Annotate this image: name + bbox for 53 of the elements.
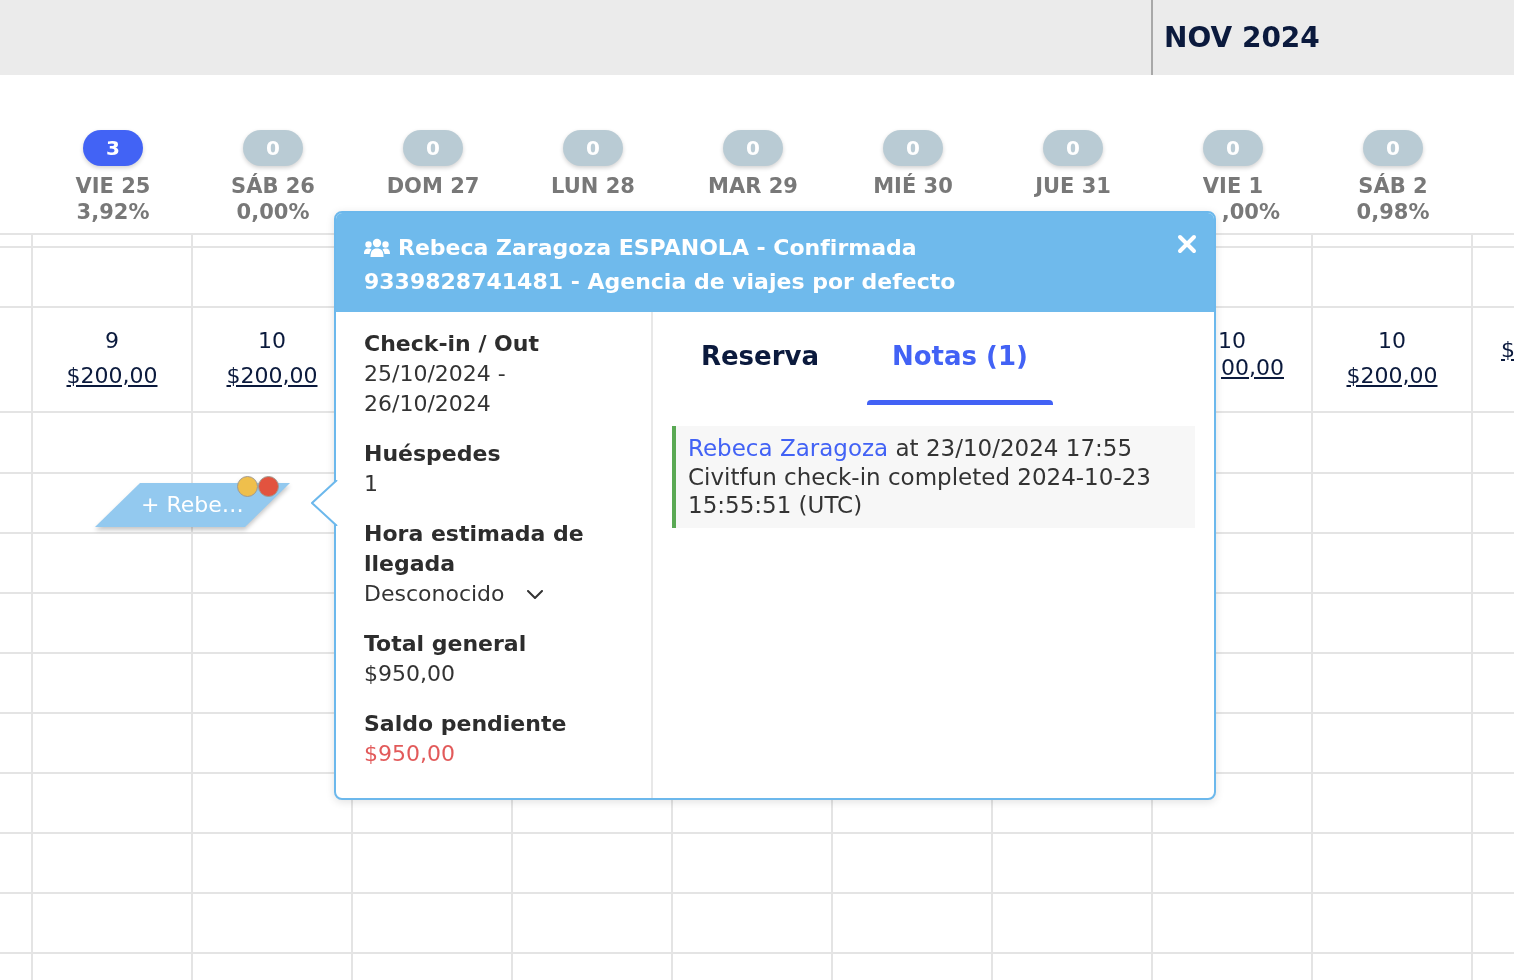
- balance-value: $950,00: [364, 740, 456, 768]
- occupancy-percent: ,00%: [1221, 200, 1280, 224]
- arrival-time-select[interactable]: Desconocido: [364, 579, 543, 609]
- rate-link[interactable]: $200,00: [66, 362, 158, 390]
- availability-count: 9: [105, 328, 119, 354]
- count-badge: 0: [1363, 130, 1423, 166]
- day-label: DOM 27: [386, 173, 480, 199]
- count-badge: 3: [83, 130, 143, 166]
- rate-link[interactable]: $: [1501, 336, 1514, 364]
- rate-link[interactable]: $200,00: [1346, 362, 1438, 390]
- day-label: JUE 31: [1035, 173, 1111, 199]
- count-badge: 0: [1043, 130, 1103, 166]
- day-label: MAR 29: [708, 173, 798, 199]
- close-icon: [1177, 234, 1197, 254]
- close-button[interactable]: [1177, 234, 1197, 254]
- day-label: SÁB 26: [231, 173, 315, 199]
- count-badge: 0: [1203, 130, 1263, 166]
- detail-label: Hora estimada de llegada: [364, 520, 585, 578]
- detail-label: Saldo pendiente: [364, 710, 568, 738]
- availability-count: 10: [1218, 328, 1246, 354]
- count-badge: 0: [883, 130, 943, 166]
- detail-value: $950,00: [364, 660, 456, 688]
- detail-value: 25/10/2024 - 26/10/2024: [364, 360, 507, 418]
- day-label: SÁB 2: [1358, 173, 1428, 199]
- occupancy-percent: 0,98%: [1356, 199, 1430, 225]
- day-label: VIE 25: [75, 173, 151, 199]
- day-label: VIE 1: [1202, 173, 1264, 199]
- popover-subtitle: 9339828741481 - Agencia de viajes por defecto: [364, 268, 957, 296]
- count-badge: 0: [403, 130, 463, 166]
- note-timestamp: at 23/10/2024 17:55: [895, 435, 1133, 461]
- detail-label: Total general: [364, 630, 528, 658]
- availability-count: 10: [258, 328, 286, 354]
- note-author-link[interactable]: Rebeca Zaragoza: [688, 435, 889, 461]
- availability-count: 10: [1378, 328, 1406, 354]
- count-badge: 0: [723, 130, 783, 166]
- month-label: NOV 2024: [1163, 19, 1320, 56]
- popover-tab[interactable]: Notas (1): [860, 312, 1060, 405]
- popover-tab[interactable]: Reserva: [660, 312, 860, 405]
- detail-value: 1: [364, 470, 379, 498]
- popover-title: Rebeca Zaragoza ESPANOLA - Confirmada: [398, 234, 917, 262]
- count-badge: 0: [243, 130, 303, 166]
- note-text: Civitfun check-in completed 2024-10-23 15:55:51 (UTC): [688, 462, 1152, 520]
- users-icon: [364, 238, 390, 258]
- day-label: LUN 28: [551, 173, 635, 199]
- chevron-down-icon: [526, 589, 543, 599]
- occupancy-percent: 3,92%: [76, 199, 150, 225]
- rate-link[interactable]: $200,00: [226, 362, 318, 390]
- detail-label: Huéspedes: [364, 440, 502, 468]
- occupancy-percent: 0,00%: [236, 199, 310, 225]
- detail-label: Check-in / Out: [364, 330, 540, 358]
- day-label: MIÉ 30: [873, 173, 953, 199]
- rate-link[interactable]: 00,00: [1221, 355, 1284, 380]
- count-badge: 0: [563, 130, 623, 166]
